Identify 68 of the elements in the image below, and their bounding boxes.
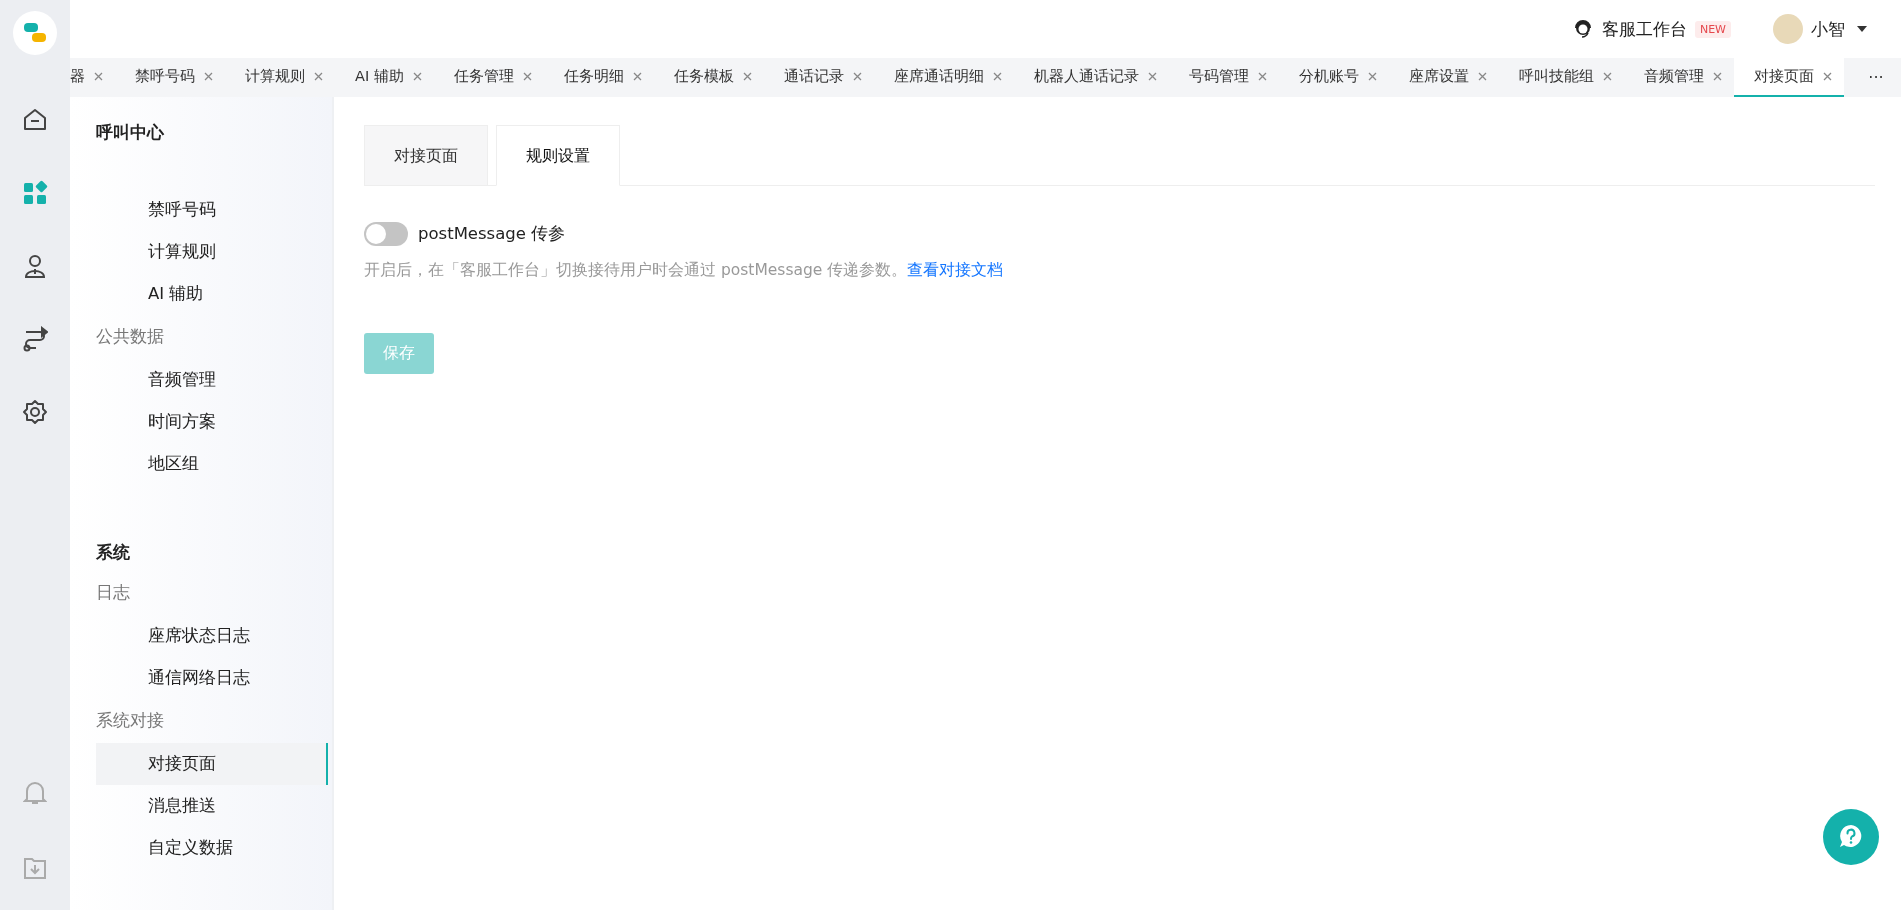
page-tab[interactable]: AI 辅助 [335,58,434,97]
page-tab[interactable]: 号码管理 [1168,58,1279,97]
toggle-switch[interactable] [364,222,408,246]
page-tab[interactable]: 任务模板 [653,58,764,97]
logo-icon [13,11,57,55]
close-icon[interactable] [314,72,323,81]
page-tab[interactable]: 禁呼号码 [115,58,225,97]
page-tab[interactable]: 器 [70,58,115,97]
page-tab[interactable]: 对接页面 [1733,58,1844,97]
sidebar-item[interactable]: 消息推送 [96,785,328,827]
close-icon[interactable] [94,72,103,81]
sidebar-item[interactable]: 时间方案 [96,401,328,443]
apps-icon[interactable] [22,180,48,206]
sidebar-item[interactable]: AI 辅助 [96,273,328,315]
new-badge: NEW [1694,20,1731,38]
docs-link[interactable]: 查看对接文档 [907,261,1004,279]
close-icon[interactable] [1367,72,1377,81]
page-tab[interactable]: 座席通话明细 [873,58,1014,97]
group-title: 公共数据 [95,326,165,348]
close-icon[interactable] [742,72,752,81]
sidebar-item[interactable]: 计算规则 [96,231,328,273]
sidebar-item[interactable]: 座席状态日志 [96,615,328,657]
page-tab[interactable]: 任务明细 [543,58,654,97]
person-icon[interactable] [22,253,48,279]
close-icon[interactable] [1712,72,1722,81]
sidebar-item[interactable]: 对接页面 [96,743,328,785]
bell-icon[interactable] [23,780,47,806]
close-icon[interactable] [1602,72,1612,81]
page-tab[interactable]: 机器人通话记录 [1013,58,1169,97]
page-tab[interactable]: 通话记录 [763,58,874,97]
close-icon[interactable] [1257,72,1267,81]
settings-icon[interactable] [22,399,48,425]
user-name[interactable]: 小智 [1811,17,1845,41]
close-icon[interactable] [1147,72,1157,81]
help-button[interactable] [1823,809,1879,865]
page-tab[interactable]: 任务管理 [433,58,544,97]
close-icon[interactable] [412,72,422,81]
page-tab[interactable]: 计算规则 [225,58,335,97]
sidebar-item[interactable]: 地区组 [96,443,328,485]
sidebar-item[interactable]: 自定义数据 [96,827,328,869]
page-tab[interactable]: 座席设置 [1388,58,1499,97]
sidebar-item[interactable]: 通信网络日志 [96,657,328,699]
close-icon[interactable] [992,72,1002,81]
page-tab[interactable]: 分机账号 [1278,58,1389,97]
close-icon[interactable] [204,72,213,81]
close-icon[interactable] [1822,72,1832,81]
page-tab[interactable]: 音频管理 [1623,58,1734,97]
group-title: 系统对接 [95,710,165,732]
route-icon[interactable] [22,326,48,352]
section-title: 呼叫中心 [95,122,165,144]
setting-description: 开启后，在「客服工作台」切换接待用户时会通过 postMessage 传递参数。查看对接文档 [364,260,1005,281]
close-icon[interactable] [632,72,642,81]
group-title: 日志 [95,582,131,604]
home-icon[interactable] [22,107,48,133]
content-tab[interactable]: 规则设置 [496,125,620,186]
setting-label: postMessage 传参 [418,223,566,245]
close-icon[interactable] [1477,72,1487,81]
sidebar-item[interactable]: 禁呼号码 [96,189,328,231]
download-folder-icon[interactable] [23,856,47,880]
section-title: 系统 [95,542,131,564]
caret-icon[interactable] [1857,26,1867,32]
close-icon[interactable] [852,72,862,81]
sidebar-item[interactable]: 音频管理 [96,359,328,401]
page-tab[interactable]: 呼叫技能组 [1498,58,1624,97]
close-icon[interactable] [522,72,532,81]
more-button[interactable]: ··· [1851,58,1901,97]
workbench-link[interactable]: 客服工作台 [1601,17,1687,41]
content-tab[interactable]: 对接页面 [364,125,488,186]
